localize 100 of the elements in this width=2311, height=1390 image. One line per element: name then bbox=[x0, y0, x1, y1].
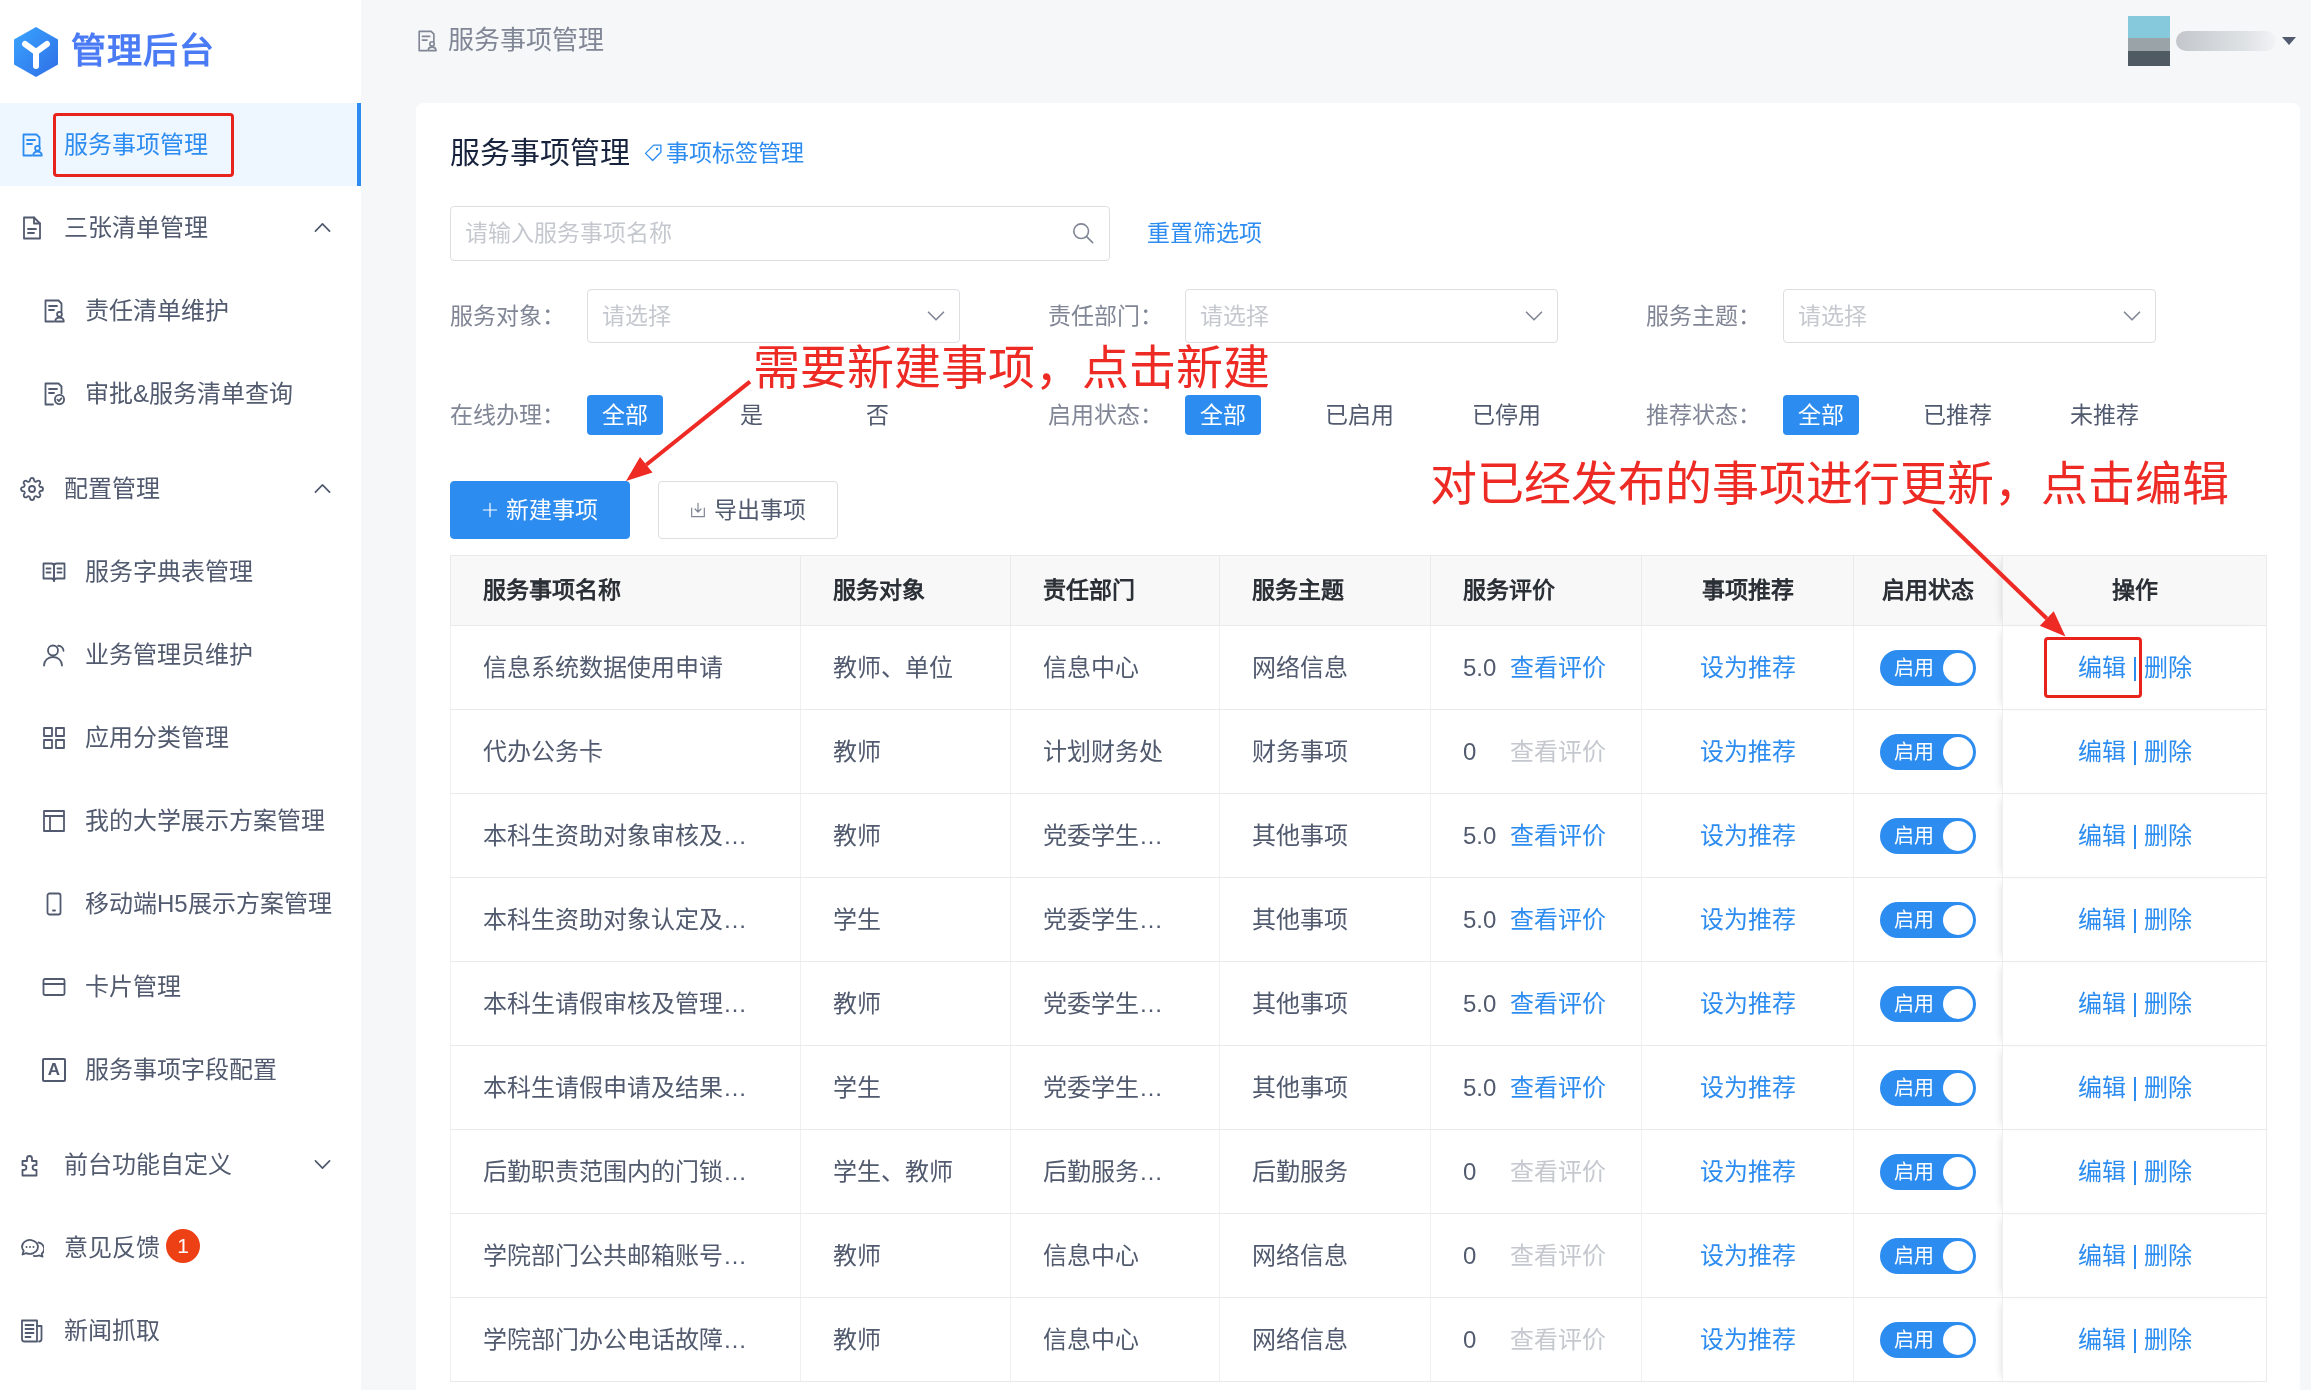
submenu-item[interactable]: 服务字典表管理 bbox=[0, 530, 361, 613]
table-cell: 本科生请假申请及结果… bbox=[450, 1045, 801, 1130]
edit-link[interactable]: 编辑 bbox=[2077, 1241, 2126, 1269]
newspaper-icon bbox=[20, 1318, 44, 1343]
table-cell: 其他事项 bbox=[1219, 961, 1431, 1046]
toggle-knob bbox=[1943, 653, 1973, 684]
set-recommended-link[interactable]: 设为推荐 bbox=[1699, 1325, 1796, 1353]
delete-link[interactable]: 删除 bbox=[2143, 1157, 2192, 1185]
table-cell: 信息系统数据使用申请 bbox=[450, 625, 801, 710]
toggle-knob bbox=[1943, 737, 1973, 768]
export-button[interactable]: 导出事项 bbox=[658, 481, 838, 539]
document-person-icon bbox=[20, 132, 44, 157]
document-person-icon bbox=[416, 28, 438, 53]
grid-icon bbox=[42, 725, 66, 750]
table-cell: 教师 bbox=[800, 1213, 1011, 1298]
filter-option[interactable]: 已启用 bbox=[1311, 395, 1408, 435]
menu-item[interactable]: 三张清单管理 bbox=[0, 186, 361, 269]
table-cell: 财务事项 bbox=[1219, 709, 1431, 794]
submenu-item[interactable]: 责任清单维护 bbox=[0, 269, 361, 352]
search-field[interactable]: 请输入服务事项名称 bbox=[450, 206, 1110, 261]
menu-item[interactable]: 前台功能自定义 bbox=[0, 1123, 361, 1206]
view-reviews-link[interactable]: 查看评价 bbox=[1510, 1073, 1606, 1101]
set-recommended-link[interactable]: 设为推荐 bbox=[1699, 821, 1796, 849]
filter-label: 在线办理： bbox=[450, 400, 566, 430]
submenu-item[interactable]: 移动端H5展示方案管理 bbox=[0, 862, 361, 945]
new-item-button[interactable]: 新建事项 bbox=[450, 481, 630, 539]
view-reviews-link[interactable]: 查看评价 bbox=[1510, 989, 1606, 1017]
status-toggle[interactable]: 启用 bbox=[1880, 1154, 1976, 1191]
view-reviews-link[interactable]: 查看评价 bbox=[1510, 653, 1606, 681]
table-cell: 教师 bbox=[800, 1297, 1011, 1382]
set-recommended-link[interactable]: 设为推荐 bbox=[1699, 905, 1796, 933]
submenu-item[interactable]: 审批&服务清单查询 bbox=[0, 352, 361, 435]
submenu-item[interactable]: 业务管理员维护 bbox=[0, 613, 361, 696]
submenu-item[interactable]: 卡片管理 bbox=[0, 945, 361, 1028]
filter-option[interactable]: 全部 bbox=[1783, 395, 1859, 435]
toggle-knob bbox=[1943, 905, 1973, 936]
delete-link[interactable]: 删除 bbox=[2143, 737, 2192, 765]
status-toggle[interactable]: 启用 bbox=[1880, 650, 1976, 687]
filter-option[interactable]: 已停用 bbox=[1458, 395, 1555, 435]
delete-link[interactable]: 删除 bbox=[2143, 1073, 2192, 1101]
menu-item[interactable]: 新闻抓取 bbox=[0, 1289, 361, 1372]
status-toggle[interactable]: 启用 bbox=[1880, 1070, 1976, 1107]
delete-link[interactable]: 删除 bbox=[2143, 1325, 2192, 1353]
submenu-item[interactable]: A 服务事项字段配置 bbox=[0, 1028, 361, 1111]
view-reviews-link: 查看评价 bbox=[1510, 1157, 1606, 1185]
set-recommended-link[interactable]: 设为推荐 bbox=[1699, 1157, 1796, 1185]
edit-link[interactable]: 编辑 bbox=[2077, 1073, 2126, 1101]
table-cell: 学院部门公共邮箱账号… bbox=[450, 1213, 801, 1298]
table-cell: 学生 bbox=[800, 1045, 1011, 1130]
set-recommended-link[interactable]: 设为推荐 bbox=[1699, 737, 1796, 765]
status-toggle[interactable]: 启用 bbox=[1880, 1238, 1976, 1275]
edit-link[interactable]: 编辑 bbox=[2077, 1325, 2126, 1353]
caret-down-icon[interactable] bbox=[2282, 36, 2296, 45]
table-cell: 代办公务卡 bbox=[450, 709, 801, 794]
status-toggle[interactable]: 启用 bbox=[1880, 818, 1976, 855]
table-cell: 信息中心 bbox=[1010, 1213, 1220, 1298]
filter-option[interactable]: 全部 bbox=[587, 395, 663, 435]
filter-option[interactable]: 否 bbox=[839, 395, 915, 435]
edit-link[interactable]: 编辑 bbox=[2077, 1157, 2126, 1185]
set-recommended-link[interactable]: 设为推荐 bbox=[1699, 1241, 1796, 1269]
delete-link[interactable]: 删除 bbox=[2143, 989, 2192, 1017]
set-recommended-link[interactable]: 设为推荐 bbox=[1699, 989, 1796, 1017]
edit-link[interactable]: 编辑 bbox=[2077, 653, 2126, 681]
filter-option[interactable]: 全部 bbox=[1185, 395, 1261, 435]
filter-option[interactable]: 是 bbox=[713, 395, 789, 435]
edit-link[interactable]: 编辑 bbox=[2077, 737, 2126, 765]
view-reviews-link[interactable]: 查看评价 bbox=[1510, 905, 1606, 933]
edit-link[interactable]: 编辑 bbox=[2077, 905, 2126, 933]
search-icon bbox=[1072, 222, 1094, 244]
view-reviews-link[interactable]: 查看评价 bbox=[1510, 821, 1606, 849]
status-toggle[interactable]: 启用 bbox=[1880, 902, 1976, 939]
status-toggle[interactable]: 启用 bbox=[1880, 734, 1976, 771]
submenu-item[interactable]: 我的大学展示方案管理 bbox=[0, 779, 361, 862]
delete-link[interactable]: 删除 bbox=[2143, 905, 2192, 933]
menu-item[interactable]: 意见反馈 1 bbox=[0, 1206, 361, 1289]
set-recommended-link[interactable]: 设为推荐 bbox=[1699, 1073, 1796, 1101]
table-cell: 其他事项 bbox=[1219, 793, 1431, 878]
table-cell: 网络信息 bbox=[1219, 1213, 1431, 1298]
document-check-icon bbox=[42, 381, 66, 406]
delete-link[interactable]: 删除 bbox=[2143, 821, 2192, 849]
rating-value: 0 bbox=[1463, 736, 1478, 767]
status-toggle[interactable]: 启用 bbox=[1880, 1322, 1976, 1359]
menu-item[interactable]: 服务事项管理 bbox=[0, 103, 361, 186]
status-toggle[interactable]: 启用 bbox=[1880, 986, 1976, 1023]
delete-link[interactable]: 删除 bbox=[2143, 1241, 2192, 1269]
filter-option[interactable]: 未推荐 bbox=[2056, 395, 2153, 435]
edit-link[interactable]: 编辑 bbox=[2077, 989, 2126, 1017]
rating-value: 5.0 bbox=[1463, 904, 1498, 935]
table-cell: 学生 bbox=[800, 877, 1011, 962]
set-recommended-link[interactable]: 设为推荐 bbox=[1699, 653, 1796, 681]
toggle-knob bbox=[1943, 1241, 1973, 1272]
menu-item[interactable]: 配置管理 bbox=[0, 447, 361, 530]
reset-filters-link[interactable]: 重置筛选项 bbox=[1147, 216, 1262, 251]
submenu-item[interactable]: 应用分类管理 bbox=[0, 696, 361, 779]
filter-option[interactable]: 已推荐 bbox=[1909, 395, 2006, 435]
download-tray-icon bbox=[690, 502, 706, 518]
edit-link[interactable]: 编辑 bbox=[2077, 821, 2126, 849]
avatar-placeholder[interactable] bbox=[2128, 15, 2170, 66]
tag-management-link[interactable]: 事项标签管理 bbox=[644, 135, 804, 171]
delete-link[interactable]: 删除 bbox=[2143, 653, 2192, 681]
